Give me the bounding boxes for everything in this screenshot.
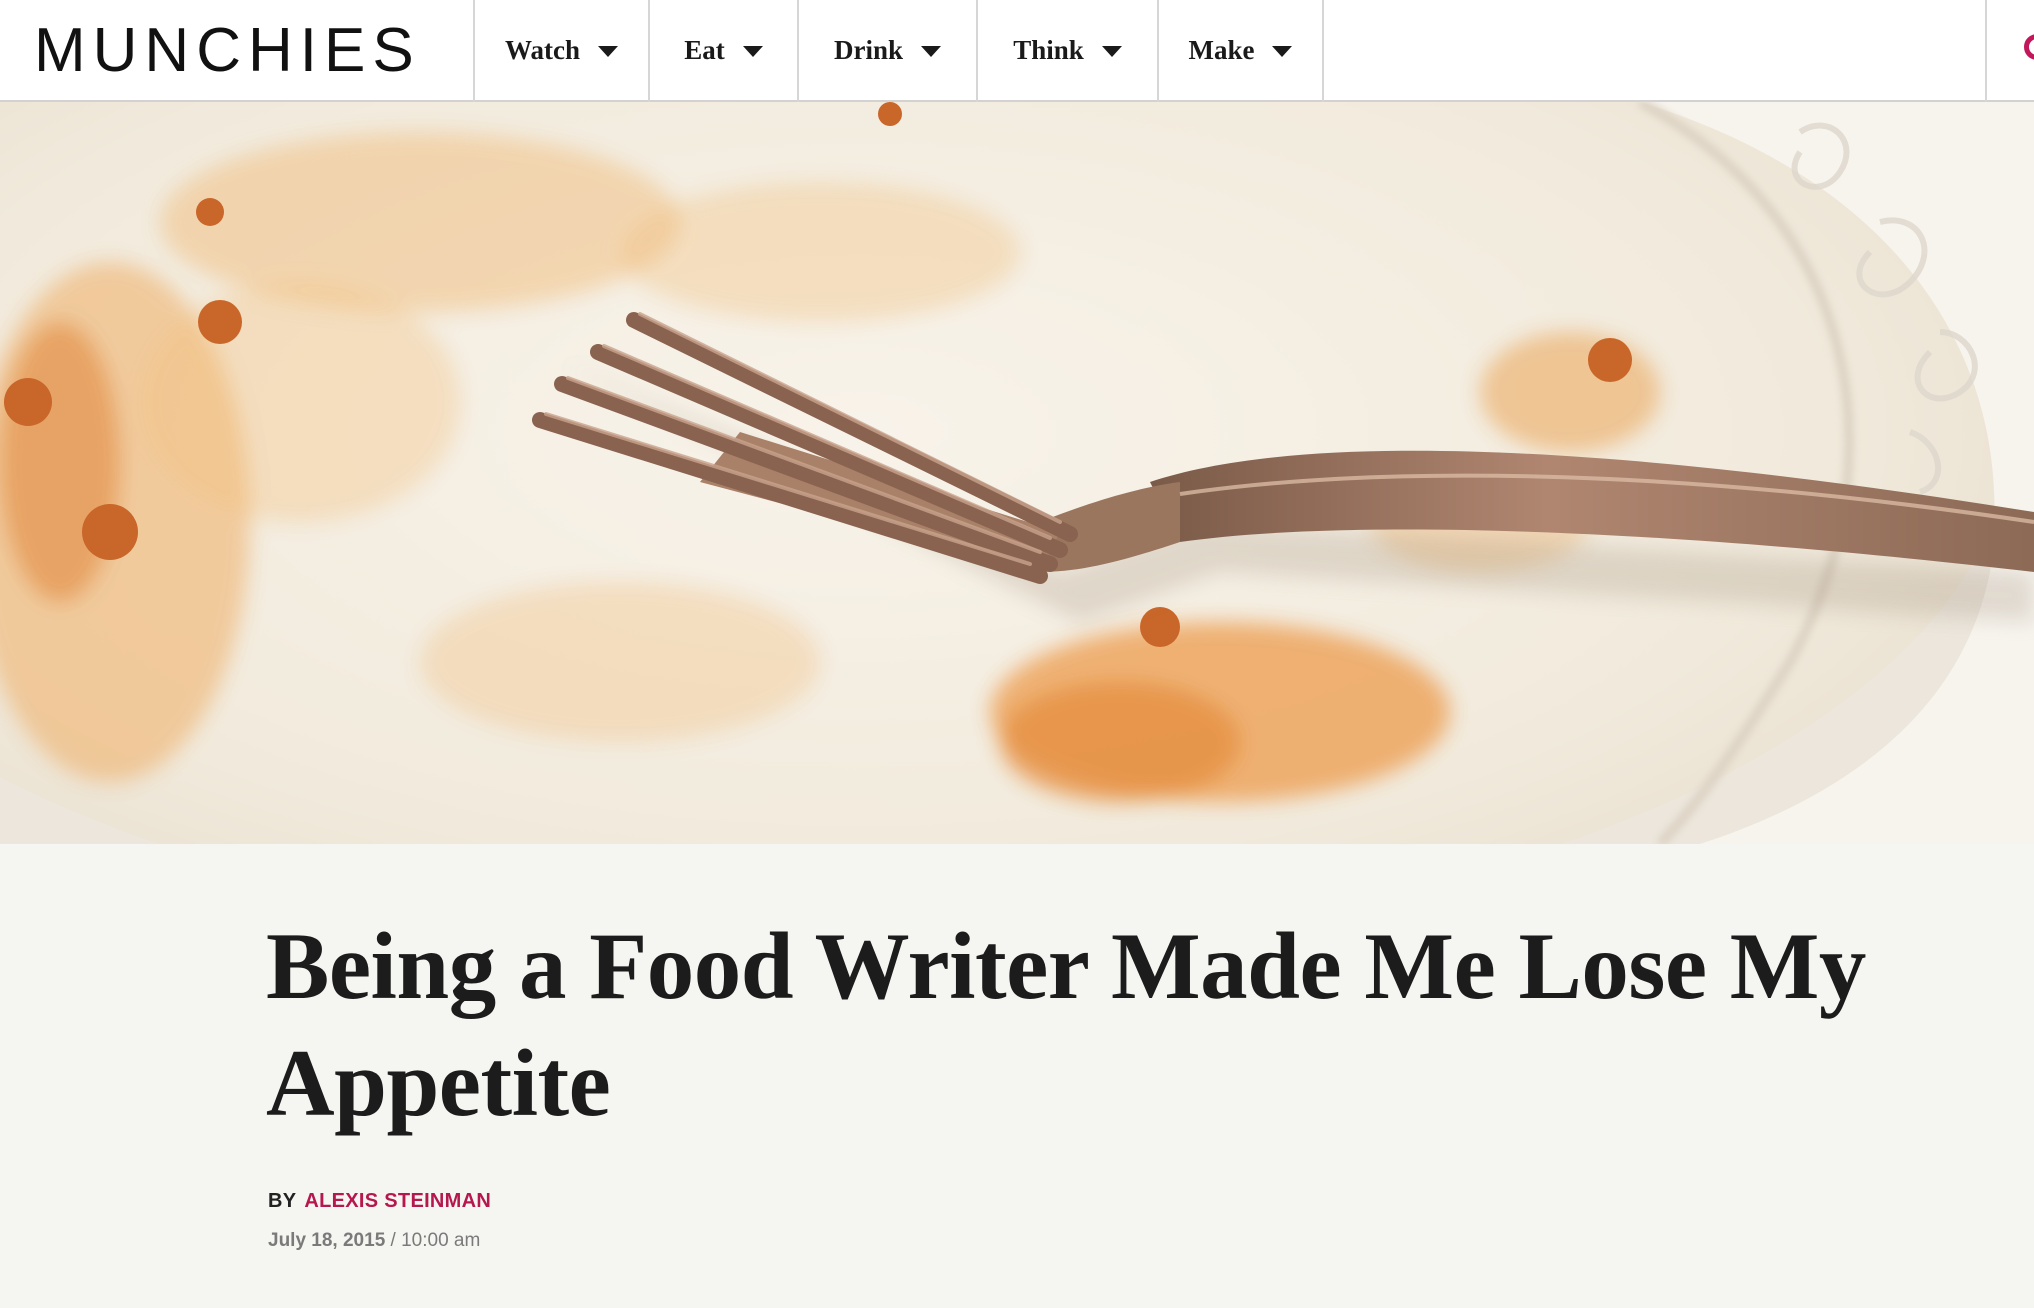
- chevron-down-icon: [1272, 46, 1293, 57]
- nav-item-label: Watch: [504, 34, 580, 65]
- nav-item-label: Eat: [684, 34, 725, 65]
- chevron-down-icon: [921, 46, 942, 57]
- byline-prefix: BY: [268, 1190, 297, 1212]
- empty-plate-with-fork-illustration: [0, 102, 2034, 844]
- publish-time: 10:00 am: [401, 1230, 481, 1251]
- author-link[interactable]: ALEXIS STEINMAN: [304, 1190, 491, 1212]
- nav-item-make[interactable]: Make: [1159, 0, 1322, 100]
- chevron-down-icon: [1101, 46, 1122, 57]
- byline: BY ALEXIS STEINMAN: [268, 1190, 491, 1213]
- chevron-down-icon: [742, 46, 763, 57]
- nav-item-drink[interactable]: Drink: [799, 0, 976, 100]
- nav-item-label: Think: [1013, 34, 1084, 65]
- nav-divider: [1985, 0, 1987, 102]
- search-icon[interactable]: [2024, 34, 2034, 60]
- nav-item-eat[interactable]: Eat: [650, 0, 797, 100]
- article-title: Being a Food Writer Made Me Lose My Appe…: [266, 913, 1866, 1136]
- publish-date-value: July 18, 2015: [268, 1230, 386, 1251]
- nav-divider: [1322, 0, 1324, 102]
- munchies-logo[interactable]: MUNCHIES: [34, 18, 421, 84]
- publish-date: July 18, 2015 / 10:00 am: [268, 1230, 480, 1252]
- hero-image: [0, 102, 2034, 844]
- nav-item-think[interactable]: Think: [978, 0, 1157, 100]
- top-navbar: MUNCHIES Watch Eat Drink Think Make: [0, 0, 2034, 102]
- nav-item-label: Drink: [833, 34, 904, 65]
- nav-item-watch[interactable]: Watch: [475, 0, 648, 100]
- nav-item-label: Make: [1188, 34, 1255, 65]
- chevron-down-icon: [598, 46, 618, 57]
- date-separator: /: [390, 1230, 396, 1251]
